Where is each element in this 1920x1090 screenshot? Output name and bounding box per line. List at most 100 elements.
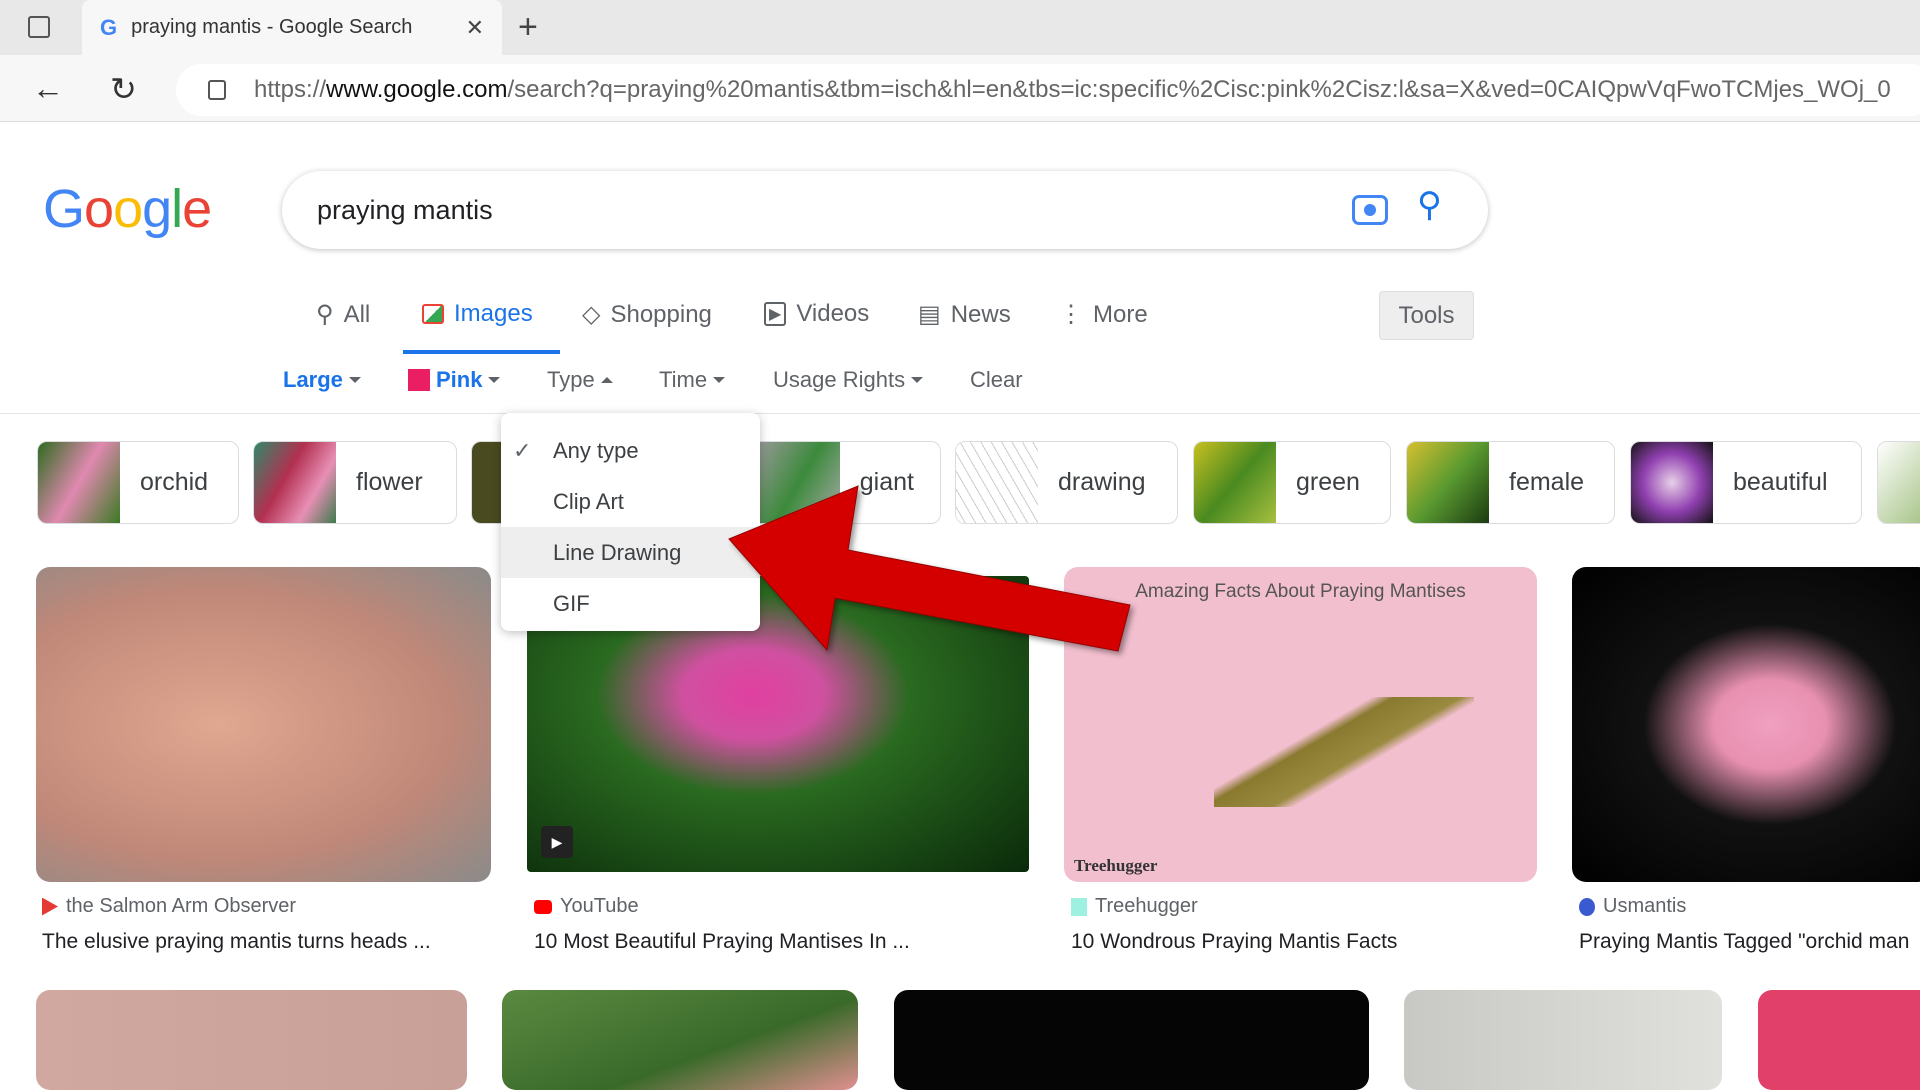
search-icon[interactable]: ⚲: [1417, 185, 1442, 225]
type-filter[interactable]: Type: [547, 367, 613, 393]
url-domain: www.google.com: [326, 76, 508, 103]
chip-thumbnail: [472, 442, 502, 523]
google-logo[interactable]: Google: [43, 178, 212, 240]
result-image-3[interactable]: Amazing Facts About Praying Mantises Tre…: [1064, 567, 1537, 882]
type-option-gif[interactable]: GIF: [501, 578, 760, 629]
more-vert-icon: ⋮: [1059, 301, 1083, 328]
chip-thumbnail: [1631, 442, 1713, 523]
tab-label: Images: [454, 300, 533, 327]
chip-orchid[interactable]: orchid: [37, 441, 239, 524]
play-icon: ▶: [764, 302, 787, 326]
url-field[interactable]: https://www.google.com/search?q=praying%…: [176, 64, 1920, 116]
tools-button[interactable]: Tools: [1379, 291, 1474, 340]
result-title-2[interactable]: 10 Most Beautiful Praying Mantises In ..…: [534, 930, 910, 954]
chip-next[interactable]: [1877, 441, 1920, 524]
size-filter[interactable]: Large: [283, 367, 361, 393]
search-icon: ⚲: [316, 301, 334, 328]
result-title-3[interactable]: 10 Wondrous Praying Mantis Facts: [1071, 930, 1397, 954]
type-option-line-drawing[interactable]: Line Drawing: [501, 527, 760, 578]
type-option-any[interactable]: ✓ Any type: [501, 425, 760, 476]
sidebar-toggle-icon[interactable]: [28, 16, 50, 38]
result-title-1[interactable]: The elusive praying mantis turns heads .…: [42, 930, 431, 954]
tab-news[interactable]: ▤ News: [918, 300, 1011, 329]
result-image-4[interactable]: [1572, 567, 1920, 882]
tab-title: praying mantis - Google Search: [131, 16, 413, 38]
chip-label: green: [1296, 468, 1360, 496]
result-source-3[interactable]: Treehugger: [1071, 895, 1198, 918]
chip-thumbnail: [1407, 442, 1489, 523]
chip-thumbnail: [254, 442, 336, 523]
tab-label: News: [950, 300, 1011, 328]
result-image-5[interactable]: [36, 990, 467, 1090]
treehugger-icon: [1071, 897, 1087, 916]
checkmark-icon: ✓: [513, 437, 532, 463]
tab-images[interactable]: Images: [422, 300, 533, 328]
result-image-9[interactable]: [1758, 990, 1920, 1090]
clear-filters[interactable]: Clear: [970, 367, 1023, 393]
result-title-4[interactable]: Praying Mantis Tagged "orchid man: [1579, 930, 1909, 954]
result-image-7[interactable]: [894, 990, 1369, 1090]
option-label: Any type: [553, 437, 639, 463]
result-source-4[interactable]: Usmantis: [1579, 895, 1686, 918]
result-source-2[interactable]: YouTube: [534, 895, 639, 918]
color-label: Pink: [436, 367, 483, 392]
source-name: the Salmon Arm Observer: [66, 895, 297, 917]
chip-label: female: [1509, 468, 1585, 496]
option-label: Clip Art: [553, 488, 624, 514]
youtube-icon: [534, 899, 552, 914]
tab-all[interactable]: ⚲ All: [316, 300, 370, 329]
chip-flower[interactable]: flower: [253, 441, 457, 524]
chip-female[interactable]: female: [1406, 441, 1615, 524]
search-input[interactable]: praying mantis ⚲: [282, 171, 1488, 249]
result-source-1[interactable]: the Salmon Arm Observer: [42, 895, 296, 918]
tag-icon: ◇: [582, 301, 601, 328]
news-icon: ▤: [918, 301, 941, 328]
usage-rights-filter[interactable]: Usage Rights: [773, 367, 924, 393]
browser-tab[interactable]: G praying mantis - Google Search ✕: [82, 0, 502, 55]
tab-videos[interactable]: ▶ Videos: [764, 300, 869, 328]
chip-drawing[interactable]: drawing: [955, 441, 1178, 524]
tab-more[interactable]: ⋮ More: [1059, 300, 1148, 329]
tab-label: Shopping: [610, 300, 712, 328]
chip-label: orchid: [140, 468, 209, 496]
chip-beautiful[interactable]: beautiful: [1630, 441, 1862, 524]
image-overlay-title: Amazing Facts About Praying Mantises: [1135, 581, 1466, 602]
color-filter[interactable]: Pink: [408, 367, 501, 393]
type-option-clip-art[interactable]: Clip Art: [501, 476, 760, 527]
active-tab-indicator: [403, 350, 560, 354]
result-image-6[interactable]: [502, 990, 858, 1090]
size-label: Large: [283, 367, 343, 392]
time-label: Time: [659, 367, 708, 392]
close-tab-icon[interactable]: ✕: [466, 15, 484, 41]
chip-label: drawing: [1058, 468, 1146, 496]
lock-icon: [208, 80, 226, 100]
chip-green[interactable]: green: [1193, 441, 1391, 524]
chip-label: flower: [356, 468, 423, 496]
caret-down-icon: [713, 377, 726, 383]
reload-icon[interactable]: ↻: [110, 70, 137, 108]
chip-thumbnail: [1194, 442, 1276, 523]
result-image-8[interactable]: [1404, 990, 1722, 1090]
tab-label: Videos: [796, 300, 870, 327]
caret-up-icon: [600, 377, 613, 383]
pink-swatch: [408, 369, 430, 391]
google-favicon-icon: G: [100, 14, 118, 40]
type-label: Type: [547, 367, 595, 392]
search-query: praying mantis: [317, 194, 493, 225]
image-icon: [422, 304, 444, 324]
option-label: Line Drawing: [553, 539, 682, 565]
result-image-1[interactable]: [36, 567, 491, 882]
time-filter[interactable]: Time: [659, 367, 726, 393]
source-name: YouTube: [560, 895, 639, 917]
chip-thumbnail: [38, 442, 120, 523]
usage-label: Usage Rights: [773, 367, 906, 392]
camera-icon[interactable]: [1352, 195, 1388, 225]
url-rest: /search?q=praying%20mantis&tbm=isch&hl=e…: [507, 76, 1891, 103]
chip-thumbnail: [1878, 442, 1920, 523]
chip-label: giant: [859, 468, 914, 496]
back-icon[interactable]: ←: [32, 70, 64, 107]
mantis-illustration: [1214, 697, 1474, 807]
chip-thumbnail: [956, 442, 1038, 523]
tab-shopping[interactable]: ◇ Shopping: [582, 300, 712, 329]
new-tab-icon[interactable]: +: [518, 8, 538, 47]
